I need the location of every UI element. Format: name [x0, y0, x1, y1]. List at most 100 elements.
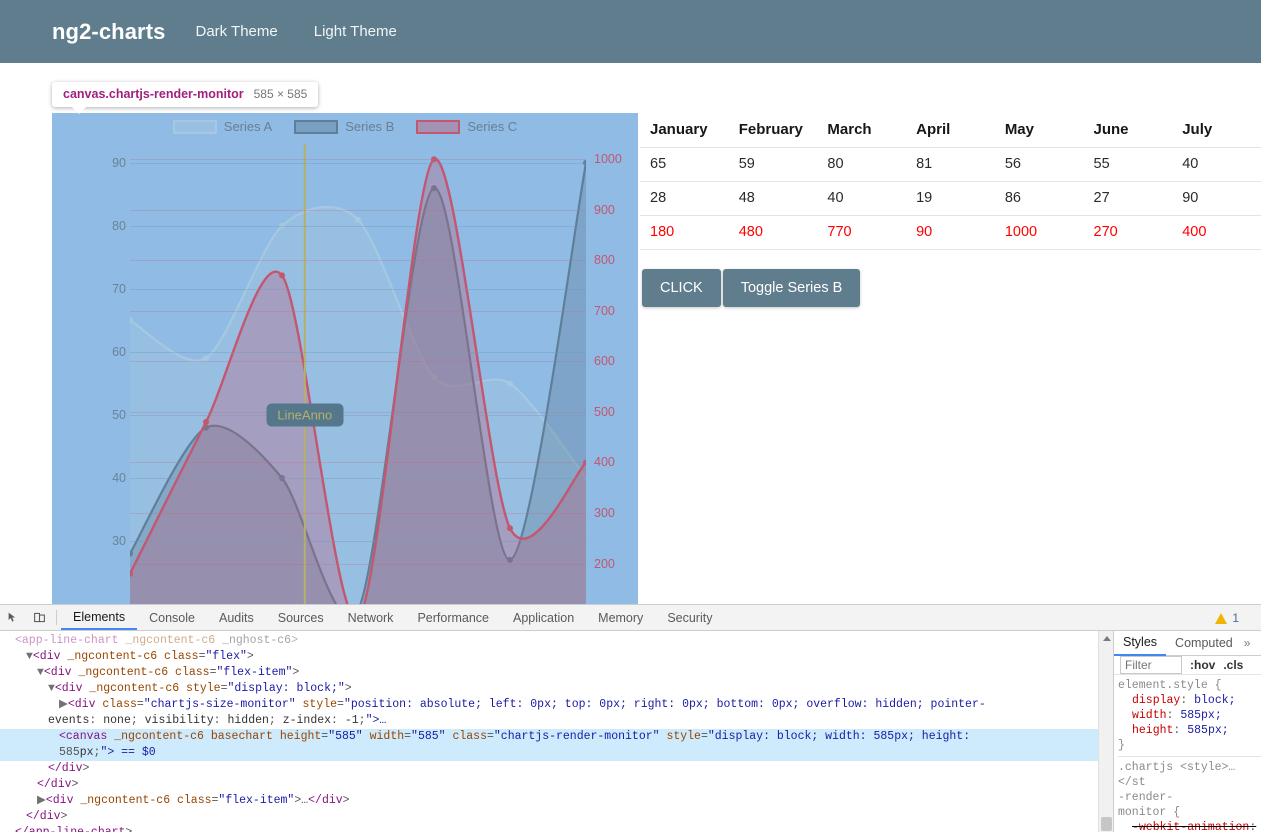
devtools-tab-network[interactable]: Network	[336, 605, 406, 630]
devtools-warning-indicator[interactable]: 1	[1215, 605, 1239, 631]
chart-point[interactable]	[507, 525, 513, 531]
table-cell: 56	[995, 148, 1084, 182]
inspect-element-icon[interactable]	[0, 605, 26, 630]
dom-tree-node[interactable]: events: none; visibility: hidden; z-inde…	[0, 713, 1113, 729]
dom-tree-node[interactable]: ▼<div _ngcontent-c6 class="flex">	[0, 649, 1113, 665]
style-rule[interactable]: element.style {display: block;width: 585…	[1118, 678, 1261, 757]
devtools-tab-memory[interactable]: Memory	[586, 605, 655, 630]
data-table-section: JanuaryFebruaryMarchAprilMayJuneJuly 655…	[638, 113, 1261, 604]
table-cell: 48	[729, 182, 818, 216]
devtools-tab-security[interactable]: Security	[655, 605, 724, 630]
dom-tree-node[interactable]: ▶<div class="chartjs-size-monitor" style…	[0, 697, 1113, 713]
scroll-up-icon[interactable]	[1103, 636, 1111, 641]
devtools-tab-performance[interactable]: Performance	[405, 605, 501, 630]
dom-tree-node[interactable]: ▶<div _ngcontent-c6 class="flex-item">…<…	[0, 793, 1113, 809]
gridline-right	[130, 260, 586, 261]
table-cell: 59	[729, 148, 818, 182]
table-header-february: February	[729, 113, 818, 148]
style-rule[interactable]: .chartjs <style>…</st-render-monitor {-w…	[1118, 760, 1261, 832]
chart-point[interactable]	[507, 381, 513, 387]
devtools-tab-application[interactable]: Application	[501, 605, 586, 630]
devtools-tab-elements[interactable]: Elements	[61, 605, 137, 630]
hov-toggle[interactable]: :hov	[1190, 658, 1215, 672]
y-axis-left-tick: 70	[112, 282, 126, 296]
inspector-tooltip: canvas.chartjs-render-monitor 585 × 585	[52, 82, 318, 107]
gridline-left	[130, 478, 586, 479]
dom-tree-node[interactable]: </div>	[0, 809, 1113, 825]
style-declaration[interactable]: width: 585px;	[1118, 708, 1261, 723]
style-declaration[interactable]: display: block;	[1118, 693, 1261, 708]
chart-y-axis-left: 90807060504030	[104, 144, 130, 604]
table-header-may: May	[995, 113, 1084, 148]
y-axis-right-tick: 500	[594, 405, 615, 419]
device-toolbar-icon[interactable]	[26, 605, 52, 630]
cls-toggle[interactable]: .cls	[1223, 658, 1243, 672]
chart-legend: Series A Series B Series C	[52, 119, 638, 134]
devtools-tab-list: ElementsConsoleAuditsSourcesNetworkPerfo…	[61, 605, 724, 630]
dom-tree-node[interactable]: <app-line-chart _ngcontent-c6 _nghost-c6…	[0, 633, 1113, 649]
styles-filter-input[interactable]	[1120, 656, 1182, 674]
table-cell: 270	[1084, 216, 1173, 250]
toggle-series-b-button[interactable]: Toggle Series B	[723, 269, 861, 307]
styles-filter-bar: :hov .cls	[1114, 656, 1261, 675]
tab-computed[interactable]: Computed	[1166, 631, 1242, 655]
table-cell: 86	[995, 182, 1084, 216]
style-declaration[interactable]: height: 585px;	[1118, 723, 1261, 738]
y-axis-right-tick: 400	[594, 455, 615, 469]
dom-tree-node[interactable]: ▼<div _ngcontent-c6 class="flex-item">	[0, 665, 1113, 681]
dom-tree-node[interactable]: </div>	[0, 761, 1113, 777]
dom-tree-node[interactable]: </app-line-chart>	[0, 825, 1113, 832]
tab-styles[interactable]: Styles	[1114, 631, 1166, 656]
chart-point[interactable]	[203, 355, 209, 361]
dom-tree-scrollbar[interactable]	[1098, 631, 1113, 832]
dom-tree-node[interactable]: <canvas _ngcontent-c6 basechart height="…	[0, 729, 1113, 745]
y-axis-left-tick: 80	[112, 219, 126, 233]
chart-point[interactable]	[279, 272, 285, 278]
dom-tree-node[interactable]: </div>	[0, 777, 1113, 793]
gridline-left	[130, 289, 586, 290]
table-cell: 480	[729, 216, 818, 250]
toolbar-divider	[56, 610, 57, 625]
inspector-selector: canvas.chartjs-render-monitor	[63, 87, 244, 101]
nav-link-dark-theme[interactable]: Dark Theme	[195, 23, 277, 40]
devtools-tab-console[interactable]: Console	[137, 605, 207, 630]
table-header-january: January	[640, 113, 729, 148]
table-cell: 28	[640, 182, 729, 216]
y-axis-left-tick: 50	[112, 408, 126, 422]
table-cell: 55	[1084, 148, 1173, 182]
legend-item-series-b[interactable]: Series B	[294, 119, 394, 134]
legend-item-series-a[interactable]: Series A	[173, 119, 272, 134]
y-axis-right-tick: 300	[594, 506, 615, 520]
scrollbar-thumb[interactable]	[1101, 817, 1112, 831]
styles-overflow-icon[interactable]: »	[1242, 636, 1251, 650]
devtools-tab-sources[interactable]: Sources	[266, 605, 336, 630]
legend-item-series-c[interactable]: Series C	[416, 119, 517, 134]
y-axis-right-tick: 200	[594, 557, 615, 571]
click-button[interactable]: CLICK	[642, 269, 721, 307]
dom-tree-node[interactable]: ▼<div _ngcontent-c6 style="display: bloc…	[0, 681, 1113, 697]
gridline-left	[130, 226, 586, 227]
gridline-left	[130, 541, 586, 542]
chart-plot-area	[130, 144, 586, 604]
chart-point[interactable]	[203, 419, 209, 425]
styles-rule-list: element.style {display: block;width: 585…	[1114, 675, 1261, 832]
inspector-dimensions: 585 × 585	[254, 87, 308, 101]
table-head: JanuaryFebruaryMarchAprilMayJuneJuly	[640, 113, 1261, 148]
y-axis-right-tick: 600	[594, 354, 615, 368]
dom-tree-node[interactable]: 585px;"> == $0	[0, 745, 1113, 761]
devtools-tab-audits[interactable]: Audits	[207, 605, 266, 630]
devtools-body: <app-line-chart _ngcontent-c6 _nghost-c6…	[0, 631, 1261, 832]
line-chart-canvas[interactable]: Series A Series B Series C 9080706050403…	[52, 113, 638, 604]
table-cell: 1000	[995, 216, 1084, 250]
devtools-panel: ElementsConsoleAuditsSourcesNetworkPerfo…	[0, 604, 1261, 832]
style-rule-close: }	[1118, 738, 1261, 753]
table-cell: 90	[1172, 182, 1261, 216]
nav-link-light-theme[interactable]: Light Theme	[314, 23, 397, 40]
app-header: ng2-charts Dark Theme Light Theme	[0, 0, 1261, 63]
chart-point[interactable]	[355, 217, 361, 223]
gridline-right	[130, 361, 586, 362]
style-declaration[interactable]: -webkit-animation:	[1118, 820, 1261, 832]
y-axis-left-tick: 40	[112, 471, 126, 485]
dom-tree-pane[interactable]: <app-line-chart _ngcontent-c6 _nghost-c6…	[0, 631, 1113, 832]
table-cell: 19	[906, 182, 995, 216]
